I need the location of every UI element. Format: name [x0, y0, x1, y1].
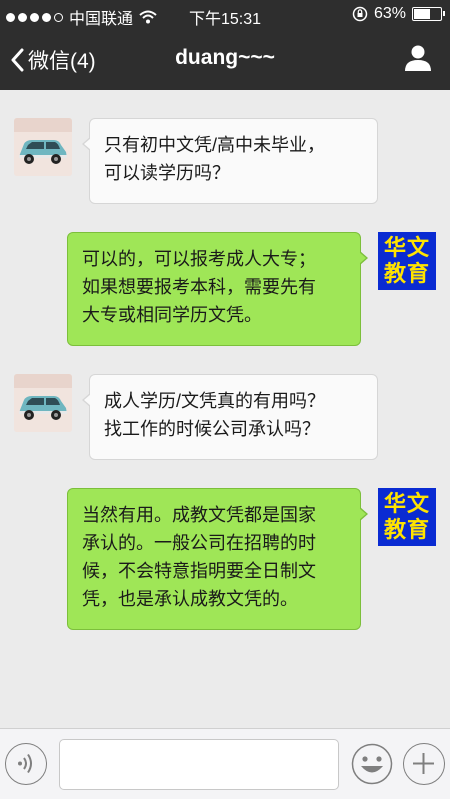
back-label: 微信(4) — [28, 50, 96, 73]
message-text-line: 成人学历/文凭真的有用吗？ — [104, 391, 325, 411]
rotation-lock-icon — [352, 6, 368, 22]
message-text-line: 可以读学历吗？ — [104, 163, 230, 183]
profile-button[interactable] — [404, 44, 432, 77]
emoji-icon — [351, 743, 393, 785]
user-avatar[interactable]: 华文 教育 — [378, 488, 436, 546]
contact-avatar[interactable] — [14, 118, 72, 176]
battery-percent: 63% — [373, 5, 406, 22]
message-text-line: 大专或相同学历文凭。 — [82, 305, 262, 325]
input-bar — [0, 728, 450, 799]
avatar-logo-text: 教育 — [383, 261, 430, 287]
voice-icon — [18, 753, 32, 774]
avatar-logo-text: 教育 — [383, 517, 430, 543]
battery-icon — [412, 7, 445, 21]
message-text-line: 只有初中文凭/高中未毕业， — [104, 135, 325, 155]
message-text-line: 凭，也是承认成教文凭的。 — [82, 589, 298, 609]
back-button[interactable]: 微信(4) — [10, 45, 96, 75]
car-avatar-icon — [14, 118, 72, 176]
message-text-line: 找工作的时候公司承认吗？ — [104, 419, 320, 439]
user-avatar[interactable]: 华文 教育 — [378, 232, 436, 290]
nav-bar: 微信(4) duang~~~ — [0, 28, 450, 90]
message-text-line: 承认的。一般公司在招聘的时 — [82, 533, 316, 553]
chevron-left-icon — [11, 48, 24, 72]
message-input[interactable] — [59, 739, 339, 790]
status-bar: 中国联通 下午15:31 63% — [0, 0, 450, 28]
emoji-button[interactable] — [351, 743, 393, 785]
status-right: 63% — [352, 5, 445, 23]
contact-avatar[interactable] — [14, 374, 72, 432]
avatar-logo-text: 华文 — [383, 235, 430, 261]
message-text-line: 候，不会特意指明要全日制文 — [82, 561, 316, 581]
message-text-line: 可以的，可以报考成人大专； — [82, 249, 316, 269]
chat-area[interactable]: 只有初中文凭/高中未毕业， 可以读学历吗？ 可以的，可以报考成人大专； 如果想要… — [0, 90, 450, 728]
outgoing-message-bubble[interactable]: 当然有用。成教文凭都是国家 承认的。一般公司在招聘的时 候，不会特意指明要全日制… — [67, 488, 368, 630]
car-avatar-icon — [14, 374, 72, 432]
message-text-line: 当然有用。成教文凭都是国家 — [82, 505, 316, 525]
avatar-logo-text: 华文 — [383, 491, 430, 517]
outgoing-message-bubble[interactable]: 可以的，可以报考成人大专； 如果想要报考本科，需要先有 大专或相同学历文凭。 — [67, 232, 368, 346]
more-button[interactable] — [403, 743, 445, 785]
incoming-message-bubble[interactable]: 只有初中文凭/高中未毕业， 可以读学历吗？ — [82, 118, 378, 204]
plus-icon — [413, 753, 434, 774]
incoming-message-bubble[interactable]: 成人学历/文凭真的有用吗？ 找工作的时候公司承认吗？ — [82, 374, 378, 460]
person-icon — [405, 45, 431, 71]
battery-fill — [414, 9, 431, 19]
message-text-line: 如果想要报考本科，需要先有 — [82, 277, 316, 297]
voice-button[interactable] — [5, 743, 47, 785]
